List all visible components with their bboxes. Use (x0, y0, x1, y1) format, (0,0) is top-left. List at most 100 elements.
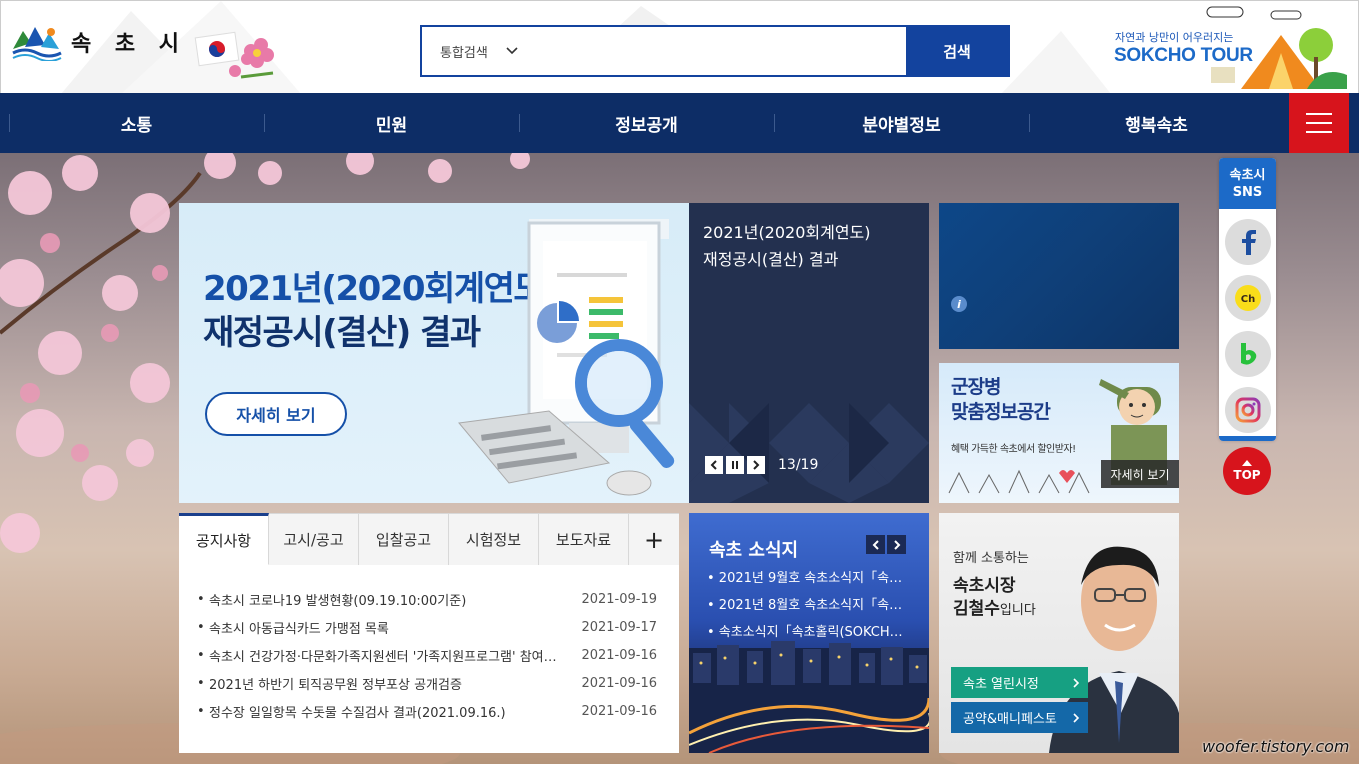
sns-quick-menu: 속초시 SNS Ch (1219, 158, 1276, 441)
mayor-name-text: 김철수 (953, 599, 1000, 619)
list-item[interactable]: • 2021년 하반기 퇴직공무원 정부포상 공개검증 2021-09-16 (179, 669, 679, 697)
tab-bidding[interactable]: 입찰공고 (359, 513, 449, 565)
newsletter-next-button[interactable] (887, 535, 906, 554)
manifesto-label: 공약&매니페스토 (963, 712, 1057, 727)
svg-text:Ch: Ch (1240, 294, 1254, 305)
computer-magnifier-illustration (458, 219, 675, 496)
slide-title: 2021년(2020회계연도) 재정공시(결산) 결과 (703, 219, 871, 273)
facebook-icon[interactable] (1224, 219, 1271, 265)
notice-title[interactable]: 정수장 일일항목 수돗물 수질검사 결과(2021.09.16.) (209, 702, 581, 721)
notice-date: 2021-09-16 (581, 647, 657, 663)
band-icon[interactable] (1224, 331, 1271, 377)
main-navigation: 소통 민원 정보공개 분야별정보 행복속초 (0, 93, 1359, 153)
board-more-button[interactable]: + (629, 513, 679, 565)
search-input[interactable] (532, 27, 906, 75)
open-government-button[interactable]: 속초 열린시정 (951, 667, 1088, 698)
tab-exam-info[interactable]: 시험정보 (449, 513, 539, 565)
open-government-label: 속초 열린시정 (963, 677, 1039, 692)
list-item[interactable]: • 2021년 8월호 속초소식지「속초」 (707, 592, 907, 619)
prev-slide-button[interactable] (705, 456, 723, 474)
hamburger-menu-button[interactable] (1289, 93, 1349, 153)
chevron-left-icon (872, 539, 879, 550)
notice-title[interactable]: 속초시 건강가정·다문화가족지원센터 '가족지원프로그램' 참여자 모집 (209, 646, 581, 665)
nav-item-happy-sokcho[interactable]: 행복속초 (1029, 93, 1284, 153)
list-item[interactable]: • 속초시 코로나19 발생현황(09.19.10:00기준) 2021-09-… (179, 585, 679, 613)
newsletter-arrows (866, 535, 906, 554)
banner-slide-panel: 2021년(2020회계연도) 재정공시(결산) 결과 13/19 (689, 203, 929, 503)
notice-date: 2021-09-19 (581, 591, 657, 607)
notice-date: 2021-09-16 (581, 703, 657, 719)
main-banner[interactable]: 2021년(2020회계연도) 재정공시(결산) 결과 자세히 보기 (179, 203, 689, 503)
top-label: TOP (1233, 468, 1261, 482)
banner-detail-button[interactable]: 자세히 보기 (205, 392, 347, 436)
notice-title[interactable]: 속초시 아동급식카드 가맹점 목록 (209, 618, 581, 637)
mayor-box: 함께 소통하는 속초시장 김철수입니다 속초 열린시정 공약&매니페스토 (939, 513, 1179, 753)
newsletter-list: • 2021년 9월호 속초소식지「속초」 • 2021년 8월호 속초소식지「… (707, 565, 907, 646)
search-box: 통합검색 검색 (420, 25, 1010, 77)
site-header: 속 초 시 통합검색 검색 자연과 낭만이 어우러지는 SOKCHO TOUR (0, 0, 1359, 93)
slide-counter: 13/19 (778, 457, 819, 473)
logo-mark-icon (12, 27, 62, 61)
arrow-up-icon (1242, 460, 1252, 466)
list-item[interactable]: • 2021년 9월호 속초소식지「속초」 (707, 565, 907, 592)
list-item[interactable]: • 정수장 일일항목 수돗물 수질검사 결과(2021.09.16.) 2021… (179, 697, 679, 725)
slide-title-line1: 2021년(2020회계연도) (703, 223, 871, 242)
tab-notice[interactable]: 공지사항 (179, 513, 269, 565)
info-icon[interactable]: i (951, 296, 967, 312)
notice-date: 2021-09-16 (581, 675, 657, 691)
sns-title: 속초시 SNS (1219, 158, 1276, 209)
newsletter-title: 속초 소식지 (709, 540, 799, 561)
board-tabs: 공지사항 고시/공고 입찰공고 시험정보 보도자료 + (179, 513, 679, 565)
slide-title-line2: 재정공시(결산) 결과 (703, 250, 839, 269)
pause-slide-button[interactable] (726, 456, 744, 474)
mayor-name: 김철수입니다 (953, 594, 1036, 619)
notice-list: • 속초시 코로나19 발생현황(09.19.10:00기준) 2021-09-… (179, 565, 679, 725)
chevron-right-icon (1073, 677, 1080, 688)
scroll-top-button[interactable]: TOP (1223, 447, 1271, 495)
manifesto-button[interactable]: 공약&매니페스토 (951, 702, 1088, 733)
newsletter-box: 속초 소식지 • 2021년 9월호 속초소식지「속초」 • 2021년 8월호… (689, 513, 929, 753)
nav-item-info-disclosure[interactable]: 정보공개 (519, 93, 774, 153)
mayor-role: 속초시장 (953, 576, 1016, 596)
tour-tagline: 자연과 낭만이 어우러지는 (1115, 31, 1234, 44)
mayor-name-suffix: 입니다 (999, 603, 1036, 618)
tour-brand: SOKCHO TOUR (1114, 45, 1253, 66)
list-item[interactable]: • 속초시 아동급식카드 가맹점 목록 2021-09-17 (179, 613, 679, 641)
chevron-left-icon (710, 460, 717, 470)
list-item[interactable]: • 속초소식지「속초홀릭(SOKCHO HOLIC)」 (707, 619, 907, 646)
chevron-right-icon (753, 460, 760, 470)
nav-item-civil-service[interactable]: 민원 (264, 93, 519, 153)
search-scope-select[interactable]: 통합검색 (422, 27, 532, 75)
newsletter-prev-button[interactable] (866, 535, 885, 554)
nav-item-communication[interactable]: 소통 (9, 93, 264, 153)
search-button[interactable]: 검색 (906, 27, 1008, 75)
search-scope-label: 통합검색 (440, 45, 488, 61)
tab-press-release[interactable]: 보도자료 (539, 513, 629, 565)
chevron-right-icon (893, 539, 900, 550)
watermark: woofer.tistory.com (1202, 737, 1350, 756)
sns-title-line1: 속초시 (1229, 168, 1266, 183)
notice-date: 2021-09-17 (581, 619, 657, 635)
next-slide-button[interactable] (747, 456, 765, 474)
kakao-channel-icon[interactable]: Ch (1224, 275, 1271, 321)
sokcho-tour-link[interactable]: 자연과 낭만이 어우러지는 SOKCHO TOUR (1111, 5, 1351, 93)
nav-item-field-info[interactable]: 분야별정보 (774, 93, 1029, 153)
pause-icon (732, 461, 738, 469)
promo-video-box[interactable]: i (939, 203, 1179, 349)
sns-bottom-bar (1219, 436, 1276, 441)
list-item[interactable]: • 속초시 건강가정·다문화가족지원센터 '가족지원프로그램' 참여자 모집 2… (179, 641, 679, 669)
notice-title[interactable]: 속초시 코로나19 발생현황(09.19.10:00기준) (209, 590, 581, 609)
mayor-intro: 함께 소통하는 (953, 551, 1029, 566)
chevron-down-icon (506, 47, 518, 55)
soldier-detail-button[interactable]: 자세히 보기 (1101, 460, 1179, 488)
chevron-right-icon (1073, 712, 1080, 723)
instagram-icon[interactable] (1224, 387, 1271, 433)
city-logo[interactable]: 속 초 시 (11, 23, 187, 61)
sns-title-line2: SNS (1232, 185, 1263, 200)
logo-text: 속 초 시 (71, 32, 188, 57)
notice-board: 공지사항 고시/공고 입찰공고 시험정보 보도자료 + • 속초시 코로나19 … (179, 513, 679, 753)
notice-title[interactable]: 2021년 하반기 퇴직공무원 정부포상 공개검증 (209, 674, 581, 693)
flag-flower-icon (194, 31, 274, 79)
tab-announcement[interactable]: 고시/공고 (269, 513, 359, 565)
slide-controls: 13/19 (705, 456, 818, 474)
